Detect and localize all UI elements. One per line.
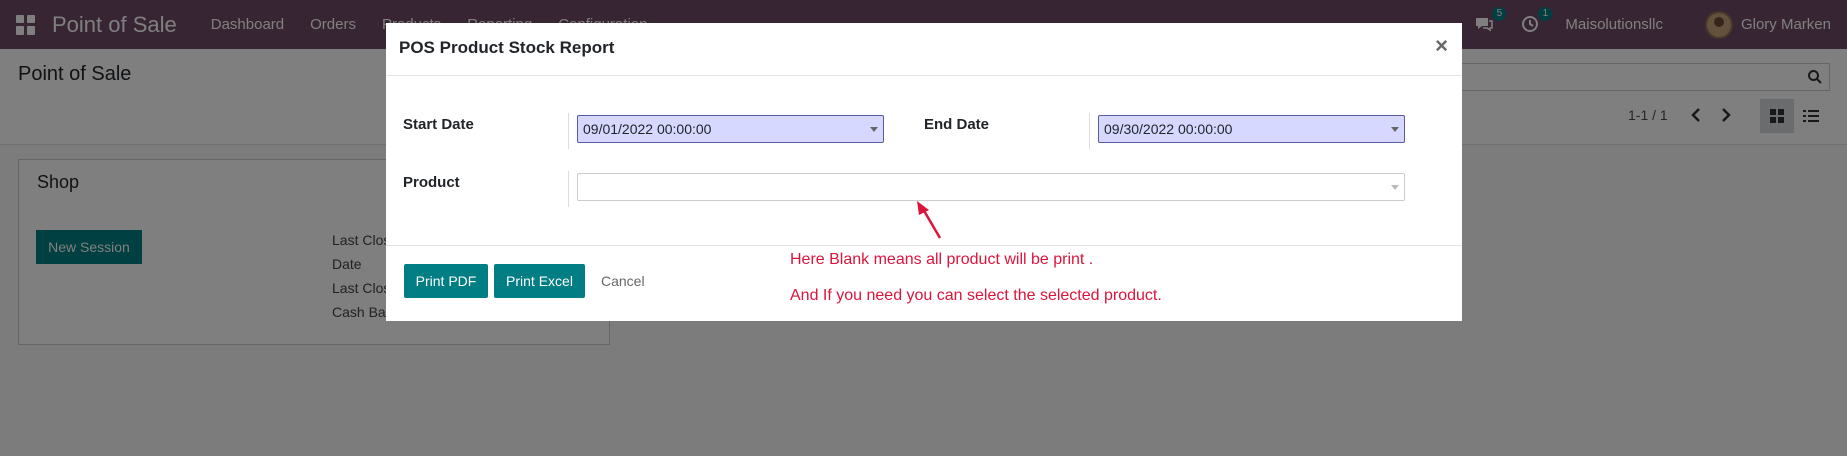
end-date-value: 09/30/2022 00:00:00 [1104, 121, 1233, 137]
dialog-header: POS Product Stock Report × [386, 23, 1462, 76]
chevron-down-icon[interactable] [1391, 127, 1399, 132]
start-date-value: 09/01/2022 00:00:00 [583, 121, 712, 137]
cancel-button[interactable]: Cancel [601, 264, 645, 298]
product-label: Product [403, 174, 460, 191]
chevron-down-icon[interactable] [1391, 185, 1399, 190]
dialog-footer: Print PDF Print Excel Cancel [386, 245, 1462, 321]
stock-report-dialog: POS Product Stock Report × Start Date 09… [386, 23, 1462, 321]
field-separator [568, 171, 569, 207]
close-button[interactable]: × [1435, 33, 1448, 59]
start-date-label: Start Date [403, 116, 474, 133]
field-separator [1089, 113, 1090, 149]
field-separator [568, 113, 569, 149]
end-date-field[interactable]: 09/30/2022 00:00:00 [1098, 115, 1405, 143]
product-field[interactable] [577, 173, 1405, 201]
start-date-field[interactable]: 09/01/2022 00:00:00 [577, 115, 884, 143]
annotation-arrow-icon [917, 201, 942, 239]
dialog-title: POS Product Stock Report [399, 38, 615, 57]
end-date-label: End Date [924, 116, 990, 133]
print-pdf-button[interactable]: Print PDF [404, 264, 488, 298]
chevron-down-icon[interactable] [870, 127, 878, 132]
print-excel-button[interactable]: Print Excel [494, 264, 585, 298]
